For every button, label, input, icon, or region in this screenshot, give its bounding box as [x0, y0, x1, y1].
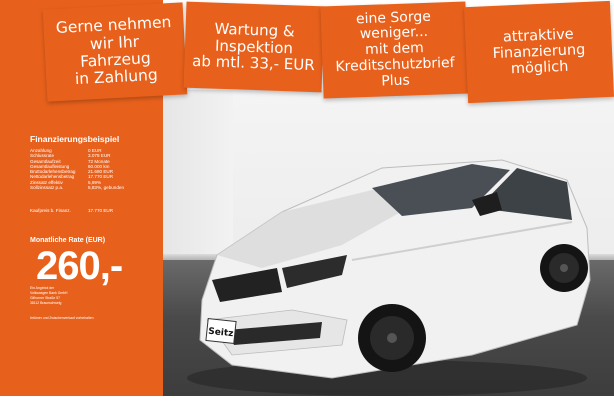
monthly-rate-value: 260,- — [36, 244, 123, 288]
purchase-price-value: 17.770 EUR — [88, 208, 114, 213]
disclaimer: Irrtümer und Zwischenverkauf vorbehalten — [30, 316, 94, 320]
purchase-price-row: Kaufpreis b. Finanz. 17.770 EUR — [30, 208, 158, 213]
ad-image: Seitz Gerne nehmen wir Ihr Fahrzeug in Z… — [0, 0, 614, 405]
finance-row: Sollzinssatz p.a. 5,83%, gebunden — [30, 185, 125, 191]
monthly-rate-label: Monatliche Rate (EUR) — [30, 237, 106, 244]
banner-trade-in: Gerne nehmen wir Ihr Fahrzeug in Zahlung — [42, 2, 188, 102]
finance-title: Finanzierungsbeispiel — [30, 134, 120, 144]
banner-credit-protection: eine Sorge weniger... mit dem Kreditschu… — [320, 1, 469, 99]
lender-info: Ein Angebot der Volkswagen Bank GmbH Gif… — [30, 286, 68, 305]
finance-table: Anzahlung 0 EUR Schlussrate 3.078 EUR Gesa… — [30, 148, 158, 190]
car-illustration: Seitz — [187, 159, 591, 396]
banner-maintenance: Wartung & Inspektion ab mtl. 33,- EUR — [183, 1, 325, 93]
bottom-border — [0, 396, 614, 405]
banner-financing: attraktive Finanzierung möglich — [463, 0, 614, 104]
purchase-price-label: Kaufpreis b. Finanz. — [30, 208, 71, 213]
